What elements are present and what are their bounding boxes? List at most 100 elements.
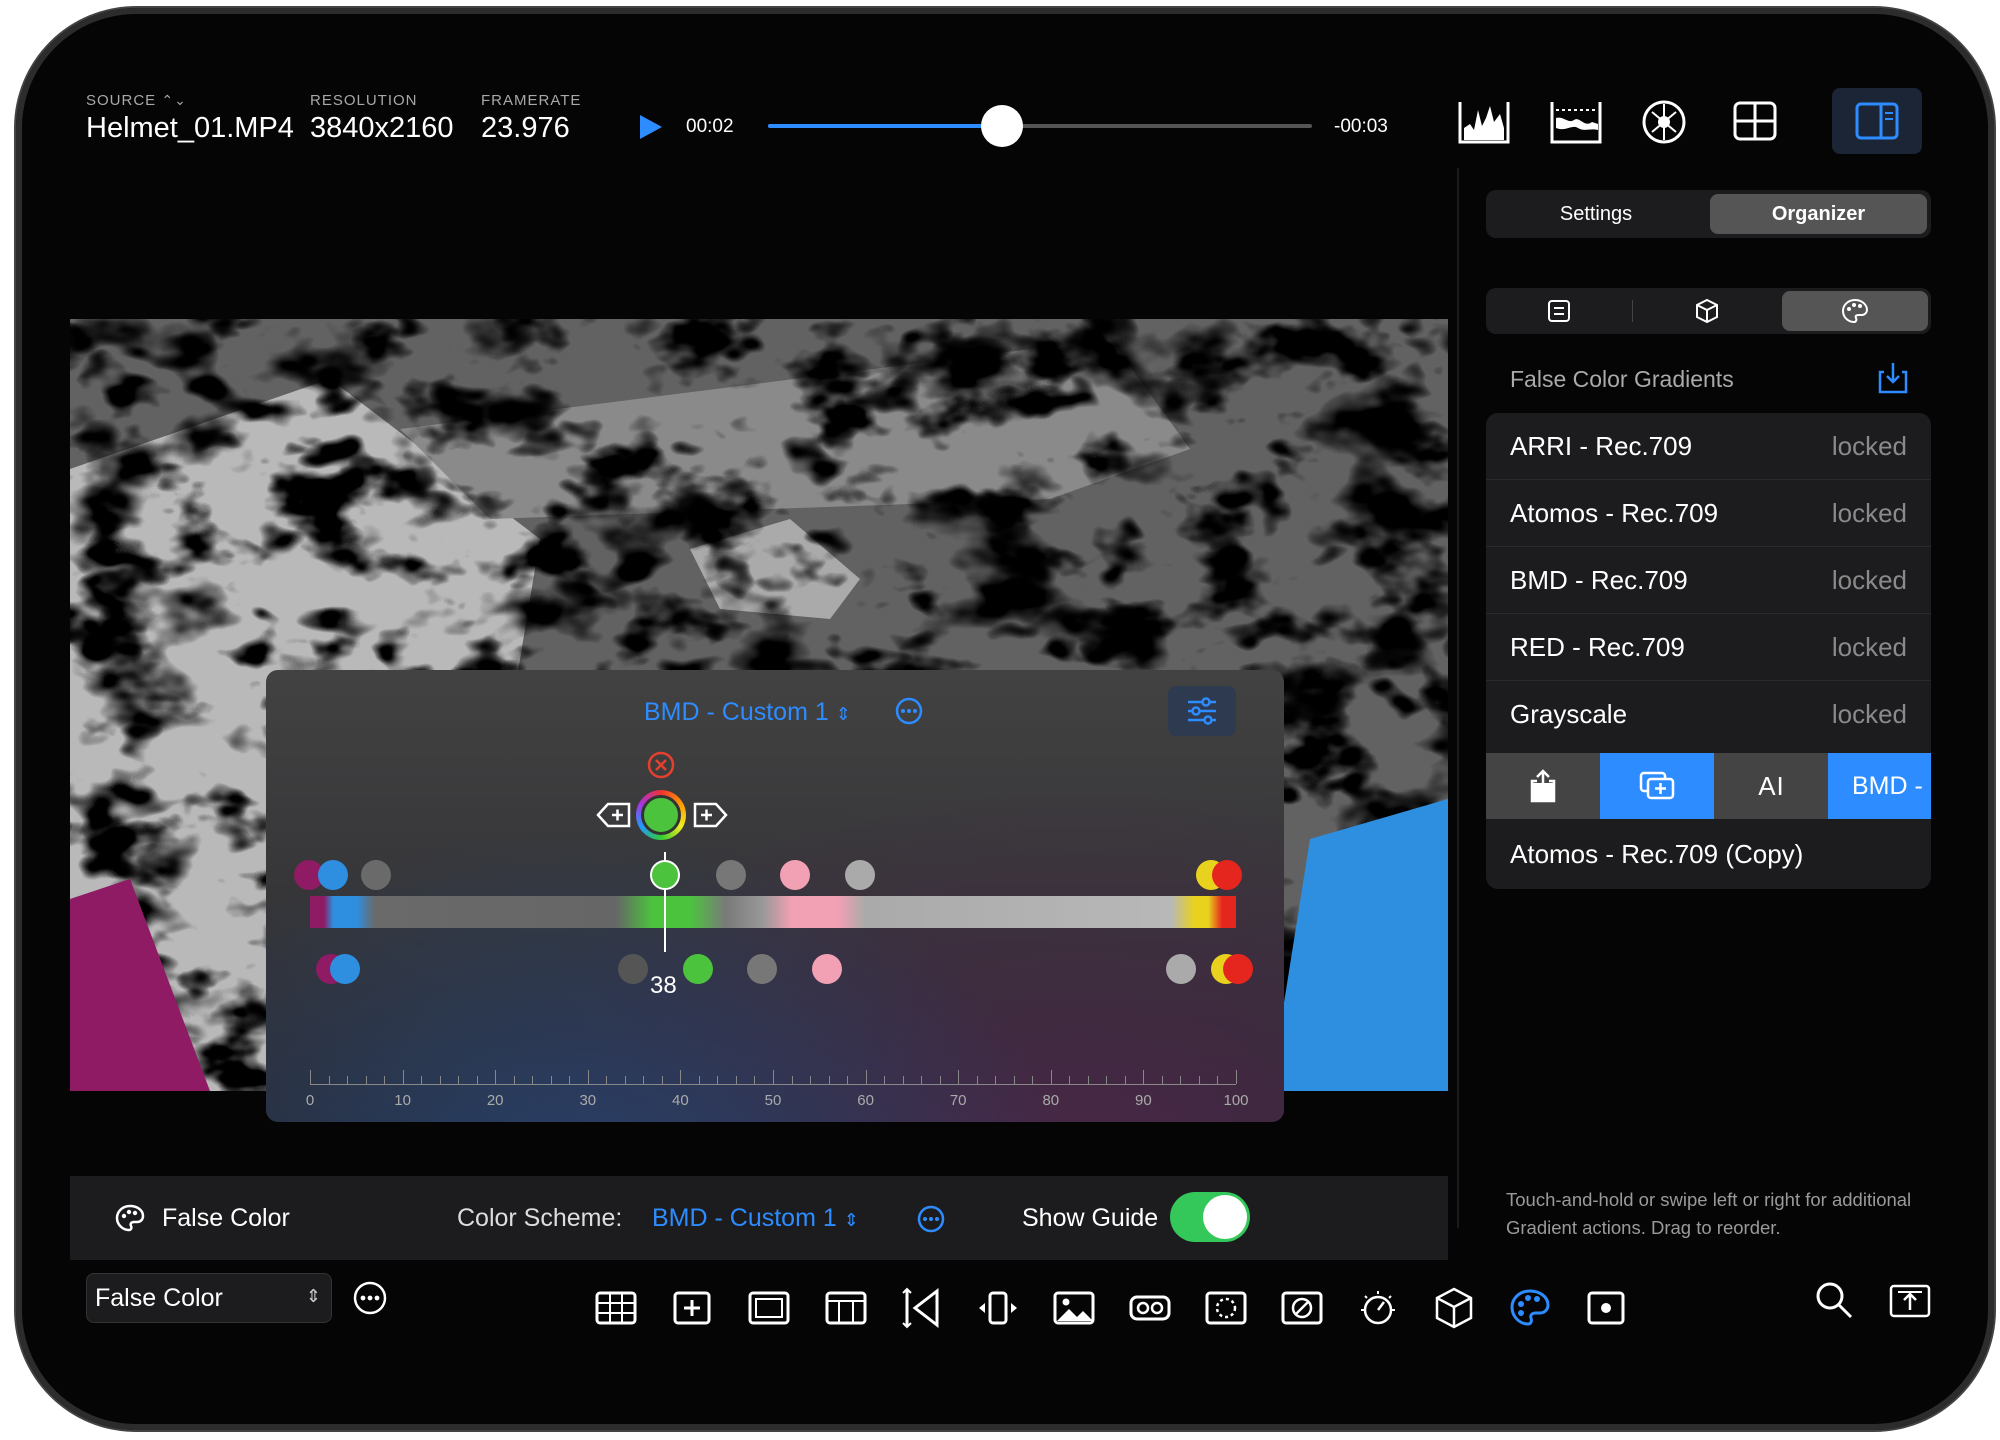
stop-top-blue[interactable] xyxy=(318,860,348,890)
scheme-more-button[interactable] xyxy=(916,1204,946,1234)
tool-3d-lut-button[interactable] xyxy=(1424,1278,1484,1338)
vectorscope-button[interactable] xyxy=(1640,98,1688,146)
swipe-actions-row: AI BMD - xyxy=(1486,753,1931,819)
stop-top-light-gray[interactable] xyxy=(845,860,875,890)
search-icon xyxy=(1816,1282,1853,1319)
palette-icon xyxy=(114,1203,146,1233)
selected-stop-value: 38 xyxy=(650,972,677,999)
tool-false-color-button[interactable] xyxy=(1500,1278,1560,1338)
gradient-item-bmd[interactable]: BMD - Rec.709 locked xyxy=(1486,547,1931,614)
tool-center-marker-button[interactable] xyxy=(662,1278,722,1338)
layout-grid-button[interactable] xyxy=(1732,100,1778,144)
stop-top-gray-2[interactable] xyxy=(716,860,746,890)
scale-tick xyxy=(347,1076,349,1084)
playback-scrubber[interactable] xyxy=(768,105,1312,147)
scale-tick xyxy=(884,1076,886,1084)
scrubber-progress xyxy=(768,124,1002,128)
stop-top-red[interactable] xyxy=(1212,860,1242,890)
color-scheme-selector[interactable]: BMD - Custom 1 ⇕ xyxy=(652,1204,859,1233)
tool-record-button[interactable] xyxy=(1576,1278,1636,1338)
time-remaining: -00:03 xyxy=(1334,116,1388,137)
scale-tick xyxy=(606,1076,608,1084)
scale-tick xyxy=(828,1076,830,1084)
mode-select[interactable]: False Color ⇕ xyxy=(86,1273,332,1323)
stop-top-pink[interactable] xyxy=(780,860,810,890)
sidebar-toggle-button[interactable] xyxy=(1832,88,1922,154)
stop-bottom-light-gray[interactable] xyxy=(1166,954,1196,984)
scale-label: 70 xyxy=(949,1092,967,1109)
panel-divider xyxy=(1457,168,1459,1228)
gradient-item-atomos[interactable]: Atomos - Rec.709 locked xyxy=(1486,480,1931,547)
stop-bottom-red[interactable] xyxy=(1223,954,1253,984)
tool-image-overlay-button[interactable] xyxy=(1044,1278,1104,1338)
tool-safe-area-button[interactable] xyxy=(816,1278,876,1338)
editor-more-button[interactable] xyxy=(894,696,924,726)
tool-grid-button[interactable] xyxy=(586,1278,646,1338)
play-button[interactable] xyxy=(634,112,664,142)
gradient-item-red[interactable]: RED - Rec.709 locked xyxy=(1486,614,1931,681)
show-guide-toggle[interactable] xyxy=(1170,1192,1250,1242)
editor-adjust-button[interactable] xyxy=(1168,686,1236,736)
segment-organizer[interactable]: Organizer xyxy=(1710,194,1927,234)
stop-bottom-gray[interactable] xyxy=(618,954,648,984)
gradient-status: locked xyxy=(1831,564,1907,595)
stop-bottom-green[interactable] xyxy=(683,954,713,984)
scale-label: 10 xyxy=(394,1092,411,1109)
duplicate-gradient-button[interactable] xyxy=(1600,753,1714,819)
scale-tick xyxy=(1161,1076,1163,1084)
organizer-hint: Touch-and-hold or swipe left or right fo… xyxy=(1506,1189,1912,1238)
scale-label: 40 xyxy=(672,1092,689,1109)
scale-tick xyxy=(587,1070,589,1084)
segment-settings[interactable]: Settings xyxy=(1486,190,1706,238)
add-stop-right-button[interactable] xyxy=(692,800,728,830)
tool-zebra-button[interactable] xyxy=(1272,1278,1332,1338)
tool-anamorphic-button[interactable] xyxy=(892,1278,952,1338)
app-screen: SOURCE ⌃⌄ Helmet_01.MP4 RESOLUTION 3840x… xyxy=(16,8,1994,1430)
editor-scheme-selector[interactable]: BMD - Custom 1 ⇕ xyxy=(644,698,851,727)
gradient-status: locked xyxy=(1831,497,1907,528)
scale-tick xyxy=(976,1076,978,1084)
record-frame-icon xyxy=(1587,1291,1625,1325)
share-gradient-button[interactable] xyxy=(1486,753,1600,819)
export-button[interactable] xyxy=(1888,1280,1932,1320)
stop-top-green-selected[interactable] xyxy=(650,860,680,890)
delete-stop-button[interactable] xyxy=(646,750,676,780)
tab-presets[interactable] xyxy=(1486,288,1632,334)
stop-bottom-blue[interactable] xyxy=(330,954,360,984)
scale-tick xyxy=(550,1076,552,1084)
scale-tick xyxy=(421,1076,423,1084)
scrubber-handle[interactable] xyxy=(980,105,1023,147)
scale-label: 60 xyxy=(857,1092,874,1109)
image-icon xyxy=(1053,1291,1095,1325)
add-stop-left-button[interactable] xyxy=(596,800,632,830)
tab-false-color[interactable] xyxy=(1782,291,1928,331)
mode-more-button[interactable] xyxy=(352,1280,388,1316)
selected-stop-color[interactable] xyxy=(636,790,686,840)
scale-tick xyxy=(624,1076,626,1084)
histogram-button[interactable] xyxy=(1456,98,1512,146)
gradient-item-arri[interactable]: ARRI - Rec.709 locked xyxy=(1486,413,1931,480)
gradient-bar[interactable] xyxy=(310,896,1236,928)
search-button[interactable] xyxy=(1814,1280,1854,1320)
stop-bottom-pink[interactable] xyxy=(812,954,842,984)
gradient-item-atomos-copy[interactable]: Atomos - Rec.709 (Copy) xyxy=(1486,819,1931,889)
gradient-item-grayscale[interactable]: Grayscale locked xyxy=(1486,681,1931,748)
tool-lut-button[interactable] xyxy=(1120,1278,1180,1338)
stop-top-gray[interactable] xyxy=(361,860,391,890)
source-filename[interactable]: Helmet_01.MP4 xyxy=(86,112,294,145)
import-gradient-button[interactable] xyxy=(1876,360,1910,396)
tool-exposure-button[interactable] xyxy=(1348,1278,1408,1338)
tool-flip-button[interactable] xyxy=(968,1278,1028,1338)
scale-label: 50 xyxy=(764,1092,782,1109)
gradient-item-bmd-custom-peek[interactable]: BMD - xyxy=(1828,753,1931,819)
tool-frame-guide-button[interactable] xyxy=(739,1278,799,1338)
rename-gradient-button[interactable]: AI xyxy=(1714,753,1828,819)
scale-label: 30 xyxy=(579,1092,597,1109)
vectorscope-icon xyxy=(1642,100,1686,144)
ellipsis-circle-icon xyxy=(353,1281,387,1315)
scale-tick xyxy=(1106,1076,1108,1084)
tab-luts[interactable] xyxy=(1634,288,1780,334)
waveform-button[interactable] xyxy=(1548,98,1604,146)
stop-bottom-gray-2[interactable] xyxy=(747,954,777,984)
tool-focus-peaking-button[interactable] xyxy=(1196,1278,1256,1338)
